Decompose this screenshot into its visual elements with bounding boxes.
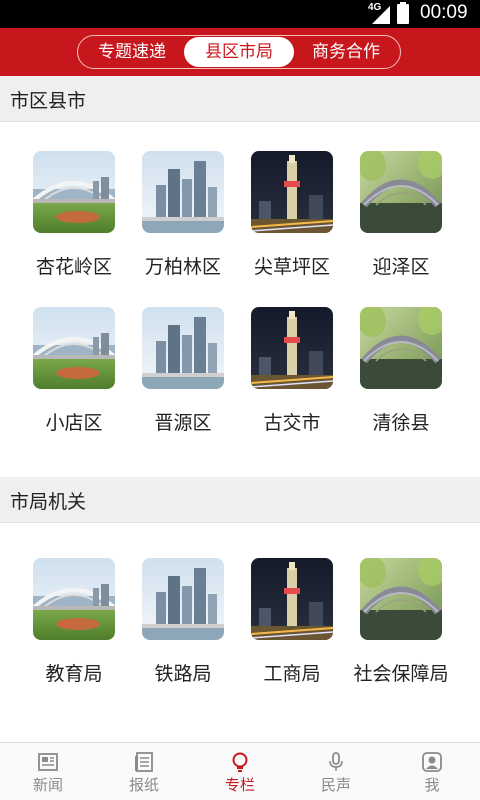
district-thumbnail bbox=[360, 307, 442, 389]
tab-xianqu[interactable]: 县区市局 bbox=[184, 37, 294, 67]
district-thumbnail bbox=[360, 151, 442, 233]
district-thumbnail bbox=[142, 151, 224, 233]
nav-item-paper[interactable]: 报纸 bbox=[96, 743, 192, 800]
nav-label: 新闻 bbox=[32, 776, 63, 794]
grid-item[interactable]: 古交市 bbox=[229, 307, 339, 447]
bureau-thumbnail bbox=[251, 558, 333, 640]
district-thumbnail bbox=[251, 151, 333, 233]
bureau-thumbnail bbox=[360, 558, 442, 640]
grid-item[interactable]: 万柏林区 bbox=[120, 151, 230, 291]
nav-label: 报纸 bbox=[128, 776, 159, 794]
nav-item-column[interactable]: 专栏 bbox=[192, 743, 288, 800]
grid-item-label: 清徐县 bbox=[372, 412, 430, 434]
district-thumbnail bbox=[33, 307, 115, 389]
signal-icon bbox=[372, 6, 390, 24]
grid-item[interactable]: 迎泽区 bbox=[338, 151, 448, 291]
top-bar: 专题速递 县区市局 商务合作 bbox=[0, 28, 480, 76]
segmented-tabs: 专题速递 县区市局 商务合作 bbox=[77, 35, 401, 69]
tab-zhuanti[interactable]: 专题速递 bbox=[80, 37, 184, 67]
grid-item[interactable]: 铁路局 bbox=[120, 558, 230, 698]
bureau-thumbnail bbox=[33, 558, 115, 640]
district-thumbnail bbox=[142, 307, 224, 389]
section-title: 市局机关 bbox=[10, 491, 87, 513]
user-icon bbox=[422, 752, 442, 772]
section-header: 市区县市 bbox=[0, 76, 480, 122]
nav-label: 民声 bbox=[320, 776, 351, 794]
nav-item-me[interactable]: 我 bbox=[384, 743, 480, 800]
nav-item-voice[interactable]: 民声 bbox=[288, 743, 384, 800]
section-title: 市区县市 bbox=[10, 90, 87, 112]
grid-item[interactable]: 清徐县 bbox=[338, 307, 448, 447]
grid-item[interactable]: 社会保障局 bbox=[338, 558, 449, 698]
grid-item[interactable]: 教育局 bbox=[11, 558, 121, 698]
grid-item[interactable]: 杏花岭区 bbox=[11, 151, 121, 291]
nav-label: 我 bbox=[424, 776, 440, 794]
newspaper-icon bbox=[38, 753, 58, 771]
grid-item[interactable]: 尖草坪区 bbox=[229, 151, 339, 291]
microphone-icon bbox=[329, 752, 343, 771]
grid-item[interactable]: 工商局 bbox=[229, 558, 339, 698]
grid-item-label: 迎泽区 bbox=[372, 256, 430, 278]
district-thumbnail bbox=[251, 307, 333, 389]
district-thumbnail bbox=[33, 151, 115, 233]
nav-label: 专栏 bbox=[224, 776, 255, 794]
lightbulb-icon bbox=[232, 752, 248, 772]
status-bar: 4G 00:09 bbox=[0, 0, 480, 28]
grid-item[interactable]: 小店区 bbox=[11, 307, 121, 447]
paper-icon bbox=[135, 752, 153, 772]
grid-item-label: 社会保障局 bbox=[353, 663, 449, 685]
bottom-nav: 新闻 报纸 专栏 民声 我 bbox=[0, 742, 480, 800]
nav-item-news[interactable]: 新闻 bbox=[0, 743, 96, 800]
grid-item[interactable]: 晋源区 bbox=[120, 307, 230, 447]
battery-icon bbox=[397, 2, 409, 24]
section-header: 市局机关 bbox=[0, 477, 480, 523]
bureau-thumbnail bbox=[142, 558, 224, 640]
clock: 00:09 bbox=[420, 2, 468, 23]
tab-shangwu[interactable]: 商务合作 bbox=[294, 37, 398, 67]
